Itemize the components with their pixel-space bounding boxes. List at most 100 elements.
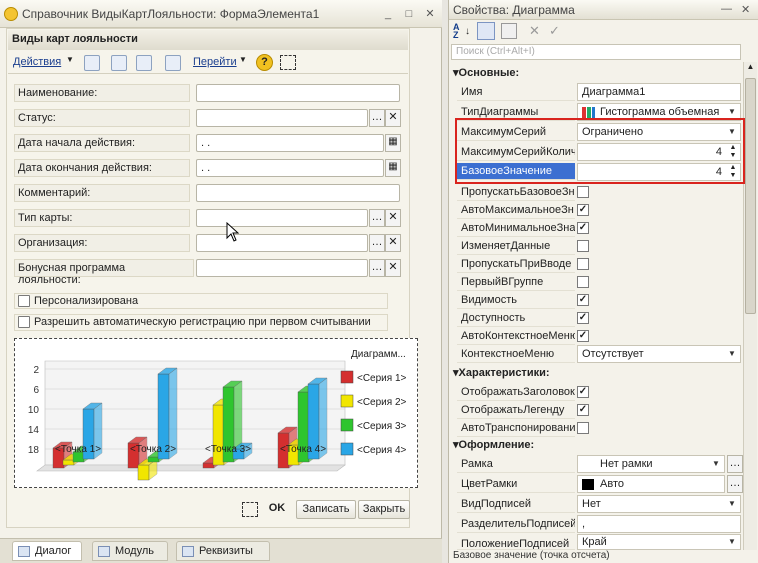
selection-icon[interactable] — [280, 55, 296, 70]
calendar-icon[interactable]: ▦ — [385, 134, 401, 152]
prop-label-char_props-2: АвтоТранспонировани — [457, 420, 575, 437]
goto-menu[interactable]: Перейти — [193, 56, 237, 68]
chart-type-text: Гистограмма объемная — [600, 106, 720, 118]
prop-label-separator: РазделительПодписей — [457, 516, 575, 533]
save-button[interactable]: Записать — [296, 500, 356, 519]
select-button[interactable]: … — [369, 234, 385, 252]
copy-icon[interactable] — [136, 55, 152, 71]
prop-frame-value[interactable]: Нет рамки ▼ — [577, 455, 725, 473]
prop-checkbox-bool_props-6[interactable]: ✓ — [577, 294, 589, 306]
scroll-up-icon[interactable]: ▲ — [745, 62, 756, 74]
prop-checkbox-bool_props-4[interactable] — [577, 258, 589, 270]
prop-checkbox-bool_props-5[interactable] — [577, 276, 589, 288]
section-characteristics[interactable]: ▾Характеристики: — [453, 366, 550, 382]
prop-max-series-value[interactable]: Ограничено ▼ — [577, 123, 741, 141]
select-button[interactable]: … — [727, 455, 743, 473]
prop-context-menu-value[interactable]: Отсутствует ▼ — [577, 345, 741, 363]
prop-label-position-value[interactable]: Край ▼ — [577, 534, 741, 550]
search-input[interactable]: Поиск (Ctrl+Alt+I) — [451, 44, 741, 60]
ok-button[interactable]: OK — [262, 500, 292, 519]
close-button[interactable]: Закрыть — [358, 500, 410, 519]
close-icon[interactable]: ✕ — [422, 8, 438, 22]
clear-icon[interactable]: ✕ — [385, 209, 401, 227]
clear-icon[interactable]: ✕ — [385, 259, 401, 277]
chevron-down-icon[interactable]: ▼ — [725, 535, 739, 549]
categories-icon[interactable] — [477, 22, 495, 40]
status-input[interactable] — [196, 109, 368, 127]
prop-checkbox-bool_props-8[interactable]: ✓ — [577, 330, 589, 342]
prop-base-value-value[interactable]: 4 ▲ ▼ — [577, 163, 741, 181]
actions-menu[interactable]: Действия — [13, 56, 61, 68]
chevron-down-icon[interactable]: ▼ — [725, 496, 739, 512]
prop-label-max-series: МаксимумСерий — [457, 124, 575, 141]
comment-input[interactable] — [196, 184, 400, 202]
chart-legend-label: <Серия 1> — [357, 373, 407, 384]
personalized-label: Персонализирована — [34, 295, 139, 307]
prop-checkbox-bool_props-2[interactable]: ✓ — [577, 222, 589, 234]
clear-icon[interactable]: ✕ — [385, 234, 401, 252]
tab-attributes[interactable]: Реквизиты — [176, 541, 270, 561]
close-icon[interactable]: ✕ — [741, 3, 750, 16]
help-icon[interactable]: ? — [256, 54, 273, 71]
sort-alpha-icon[interactable]: AZ — [453, 23, 460, 40]
chevron-down-icon[interactable]: ▼ — [239, 55, 247, 64]
prop-checkbox-char_props-0[interactable]: ✓ — [577, 386, 589, 398]
pin-icon[interactable]: — — [721, 3, 732, 15]
select-button[interactable]: … — [727, 475, 743, 493]
spin-icon[interactable]: ▲ ▼ — [727, 144, 739, 160]
bonus-program-input[interactable] — [196, 259, 368, 277]
tab-dialog[interactable]: Диалог — [12, 541, 82, 561]
prop-checkbox-bool_props-3[interactable] — [577, 240, 589, 252]
prop-max-series-count-value[interactable]: 4 ▲ ▼ — [577, 143, 741, 161]
apply-icon[interactable]: ✓ — [549, 23, 560, 39]
sort-arrow-icon[interactable]: ↓ — [465, 26, 470, 37]
prop-separator-value[interactable]: , — [577, 515, 741, 533]
chevron-down-icon[interactable]: ▼ — [725, 346, 739, 362]
status-description: Базовое значение (точка отсчета) — [453, 550, 610, 561]
select-button[interactable]: … — [369, 109, 385, 127]
section-characteristics-label: Характеристики: — [458, 367, 550, 379]
prop-label-bool_props-2: АвтоМинимальноеЗна — [457, 220, 575, 237]
chevron-down-icon[interactable]: ▼ — [709, 456, 723, 472]
prop-checkbox-char_props-2[interactable] — [577, 422, 589, 434]
calendar-icon[interactable]: ▦ — [385, 159, 401, 177]
prop-checkbox-char_props-1[interactable]: ✓ — [577, 404, 589, 416]
spin-icon[interactable]: ▲ ▼ — [727, 164, 739, 180]
card-type-input[interactable] — [196, 209, 368, 227]
image-icon[interactable] — [111, 55, 127, 71]
prop-checkbox-bool_props-0[interactable] — [577, 186, 589, 198]
chevron-down-icon[interactable]: ▼ — [725, 124, 739, 140]
select-button[interactable]: … — [369, 209, 385, 227]
chart-widget[interactable]: 18 14 10 6 2 <Точка 1> <Точка 2> <Точка 3> <Точк… — [14, 338, 418, 488]
clear-icon[interactable]: ✕ — [385, 109, 401, 127]
selection-icon[interactable] — [242, 502, 258, 517]
dialog-icon — [18, 546, 30, 557]
frame-color-text: Авто — [600, 478, 624, 490]
organization-input[interactable] — [196, 234, 368, 252]
tab-module[interactable]: Модуль — [92, 541, 168, 561]
panel-scrollbar[interactable]: ▲ — [743, 62, 757, 550]
end-date-input[interactable]: . . — [196, 159, 384, 177]
minimize-icon[interactable]: _ — [380, 8, 396, 22]
personalized-checkbox[interactable] — [18, 295, 30, 307]
chevron-down-icon[interactable]: ▼ — [66, 55, 74, 64]
start-date-input[interactable]: . . — [196, 134, 384, 152]
cancel-icon[interactable]: ✕ — [529, 23, 540, 39]
section-design[interactable]: ▾Оформление: — [453, 438, 534, 454]
prop-checkbox-bool_props-7[interactable]: ✓ — [577, 312, 589, 324]
list-icon[interactable] — [84, 55, 100, 71]
auto-register-checkbox[interactable] — [18, 316, 30, 328]
select-button[interactable]: … — [369, 259, 385, 277]
panel-title: Свойства: Диаграмма — [453, 3, 575, 17]
prop-frame-color-value[interactable]: Авто — [577, 475, 725, 493]
prop-checkbox-bool_props-1[interactable]: ✓ — [577, 204, 589, 216]
name-input[interactable] — [196, 84, 400, 102]
maximize-icon[interactable]: □ — [401, 8, 417, 22]
field-label-start-date: Дата начала действия: — [14, 134, 190, 152]
section-basic[interactable]: ▾Основные: — [453, 66, 519, 82]
properties-icon[interactable] — [501, 23, 517, 39]
prop-name-value[interactable]: Диаграмма1 — [577, 83, 741, 101]
scroll-thumb[interactable] — [745, 78, 756, 314]
navigate-icon[interactable] — [165, 55, 181, 71]
prop-label-type-value[interactable]: Нет ▼ — [577, 495, 741, 513]
